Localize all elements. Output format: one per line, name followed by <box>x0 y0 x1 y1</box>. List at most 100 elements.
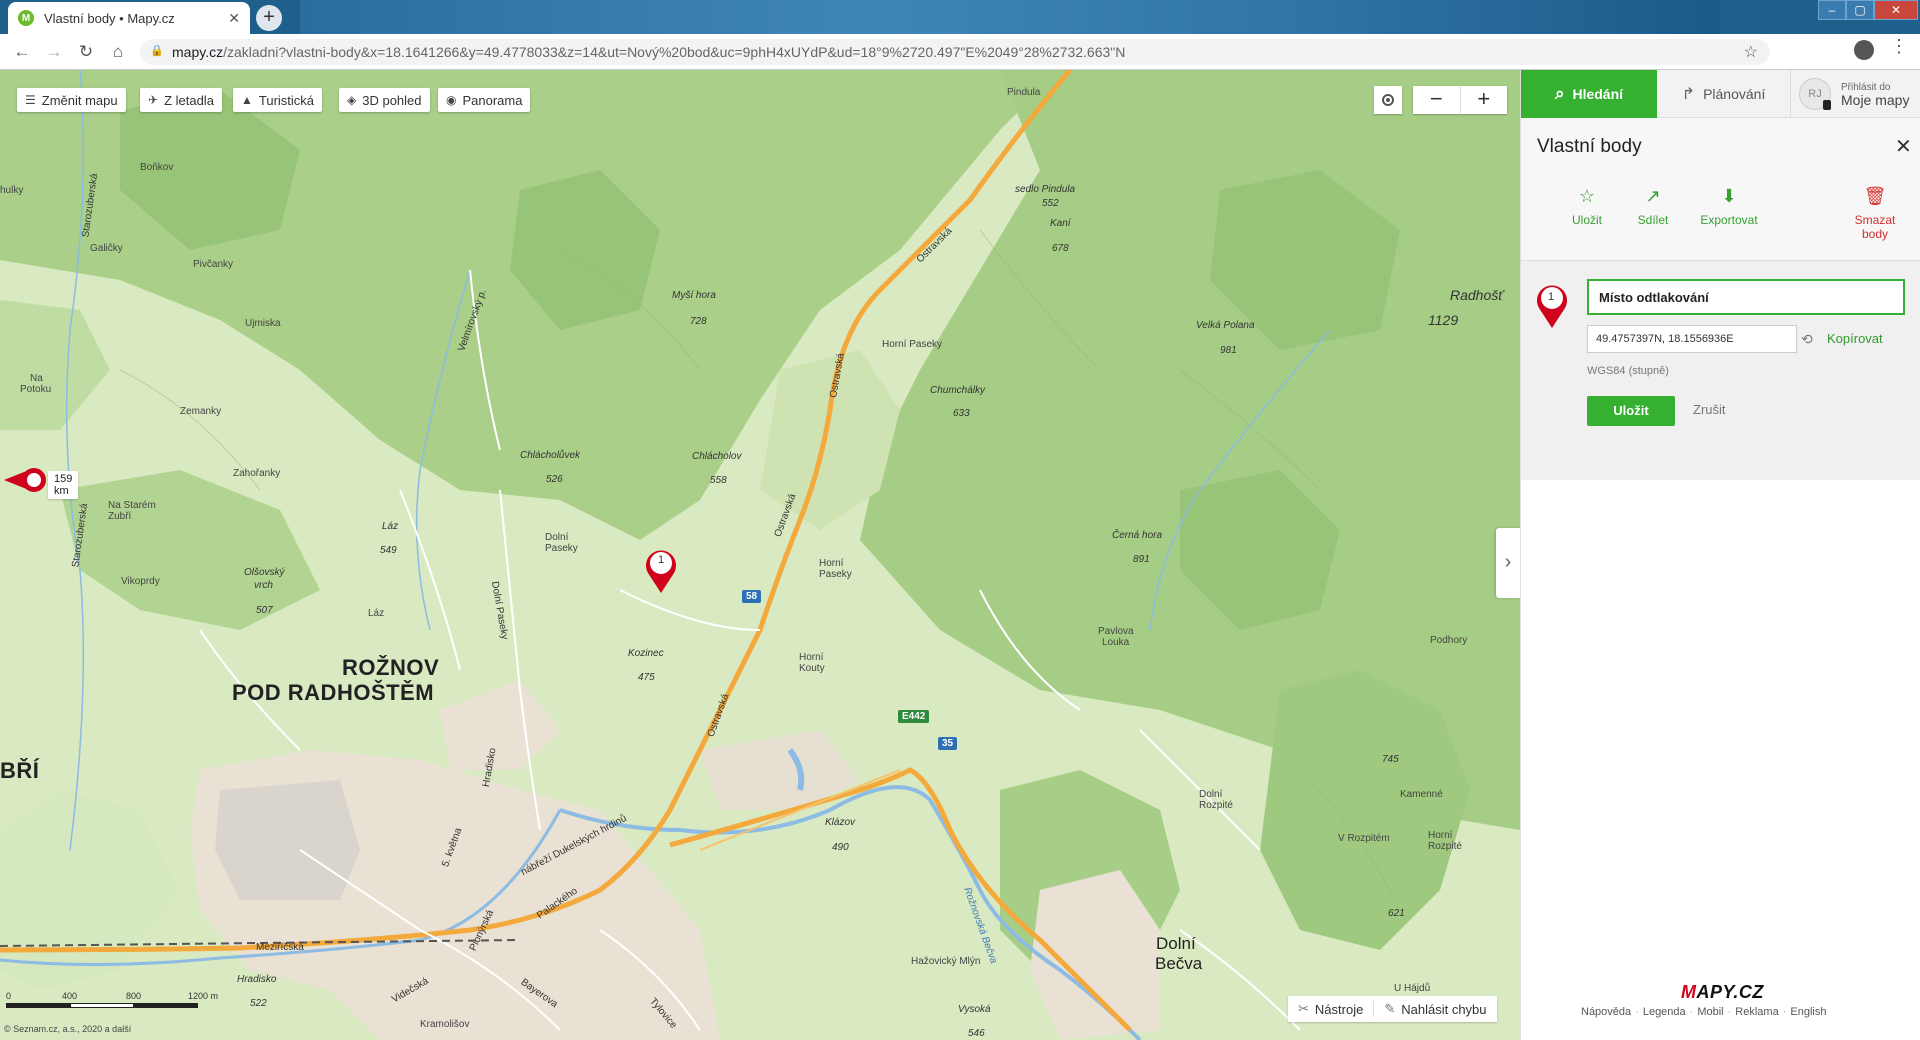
road-shield-e442: E442 <box>898 710 930 723</box>
point-marker-number: 1 <box>657 554 665 566</box>
save-point-button[interactable]: Uložit <box>1587 396 1675 426</box>
report-error-button[interactable]: ✎ Nahlásit chybu <box>1373 1001 1496 1017</box>
cancel-button[interactable]: Zrušit <box>1693 402 1726 417</box>
view-3d-label: 3D pohled <box>362 92 422 108</box>
coordinates-input[interactable] <box>1587 325 1797 353</box>
login-button[interactable]: RJ Přihlásit do Moje mapy <box>1791 70 1920 118</box>
peak-elevation-745: 745 <box>1382 754 1399 765</box>
browser-menu-icon[interactable]: ⋮ <box>1890 36 1908 57</box>
peak-label-vrch: vrch <box>254 580 273 591</box>
peak-elevation-laz: 549 <box>380 545 397 556</box>
share-button[interactable]: ↗ Sdílet <box>1625 186 1681 227</box>
peak-label-sedlo-pindula: sedlo Pindula <box>1015 184 1076 195</box>
footer-link-mobile[interactable]: Mobil <box>1697 1006 1723 1018</box>
mapy-logo[interactable]: MAPY.CZ <box>1681 982 1764 1003</box>
place-label-podhory: Podhory <box>1430 635 1468 646</box>
peak-elevation-chlacholuvek: 526 <box>546 474 563 485</box>
panorama-label: Panorama <box>462 92 523 108</box>
peak-elevation-radhost: 1129 <box>1428 312 1459 328</box>
place-label-na-starem: Na Starém <box>108 500 156 511</box>
panel-title: Vlastní body <box>1537 136 1642 157</box>
point-name-input[interactable] <box>1587 279 1905 315</box>
footer-separator: · <box>1689 1006 1694 1018</box>
refresh-icon[interactable]: ⟲ <box>1801 331 1813 348</box>
change-map-button[interactable]: ☰ Změnit mapu <box>17 88 126 112</box>
place-label-kouty: Kouty <box>799 663 825 674</box>
custom-point-marker[interactable]: 1 <box>644 548 678 594</box>
scale-label-400: 400 <box>62 991 78 1001</box>
change-map-label: Změnit mapu <box>41 92 118 108</box>
map-canvas[interactable]: ROŽNOV POD RADHOŠTĚM BŘÍ Dolní Bečva Rad… <box>0 70 1520 1040</box>
town-label-zubri: BŘÍ <box>0 758 40 783</box>
footer-link-help[interactable]: Nápověda <box>1581 1006 1631 1018</box>
minimize-button[interactable]: – <box>1818 0 1846 20</box>
footer-link-english[interactable]: English <box>1790 1006 1826 1018</box>
delete-label-1: Smazat <box>1854 213 1896 227</box>
copy-coordinates-link[interactable]: Kopírovat <box>1827 331 1883 346</box>
tools-label: Nástroje <box>1314 1001 1364 1017</box>
locate-me-button[interactable] <box>1374 86 1402 114</box>
share-icon: ↗ <box>1645 186 1661 206</box>
panorama-button[interactable]: ◉ Panorama <box>438 88 531 112</box>
export-label: Exportovat <box>1700 213 1758 227</box>
peak-elevation-klazov: 490 <box>832 842 849 853</box>
scale-bar-segment <box>70 1003 134 1008</box>
scale-bar-segment <box>6 1003 70 1008</box>
tab-planning[interactable]: ↱ Plánování <box>1657 70 1791 118</box>
view-3d-button[interactable]: ◈ 3D pohled <box>339 88 430 112</box>
place-label-vikoprdy: Vikoprdy <box>121 576 160 587</box>
zoom-in-button[interactable]: + <box>1461 86 1508 114</box>
forward-arrow-icon[interactable]: → <box>42 40 66 64</box>
place-label-pavlova: Pavlova <box>1098 626 1134 637</box>
peak-label-hradisko: Hradisko <box>237 974 277 985</box>
place-label-horni: Horní <box>819 558 844 569</box>
window-close-button[interactable]: ✕ <box>1874 0 1918 20</box>
bookmark-star-icon[interactable]: ☆ <box>1744 42 1758 62</box>
browser-titlebar: M Vlastní body • Mapy.cz ✕ + – ▢ ✕ <box>0 0 1920 34</box>
panel-tabs: ⌕ Hledání ↱ Plánování RJ Přihlásit do Moje… <box>1521 70 1920 118</box>
home-icon[interactable]: ⌂ <box>106 40 130 64</box>
collapse-panel-button[interactable]: › <box>1496 528 1520 598</box>
place-label-laz: Láz <box>368 608 385 619</box>
reload-icon[interactable]: ↻ <box>74 40 98 64</box>
delete-points-button[interactable]: 🗑 Smazat body <box>1847 186 1903 241</box>
place-label-na: Na <box>30 373 43 384</box>
peak-label-radhost: Radhošť <box>1450 287 1504 303</box>
place-label-zahorany: Zahořanky <box>233 468 281 479</box>
tourist-map-button[interactable]: ▲ Turistická <box>233 88 323 112</box>
footer-link-legend[interactable]: Legenda <box>1643 1006 1686 1018</box>
browser-tab[interactable]: M Vlastní body • Mapy.cz ✕ <box>8 2 250 34</box>
scale-label-800: 800 <box>126 991 142 1001</box>
maximize-button[interactable]: ▢ <box>1846 0 1874 20</box>
cube-icon: ◈ <box>347 93 357 107</box>
place-label-hulky: hulky <box>0 185 24 196</box>
profile-icon[interactable] <box>1854 40 1874 60</box>
copyright-text[interactable]: © Seznam.cz, a.s., 2020 a další <box>4 1024 131 1034</box>
road-shield-35: 35 <box>938 737 958 750</box>
url-path: /zakladni?vlastni-body&x=18.1641266&y=49… <box>223 44 1126 60</box>
peak-label-laz: Láz <box>382 521 399 532</box>
login-big-label: Moje mapy <box>1841 92 1910 108</box>
tab-search[interactable]: ⌕ Hledání <box>1521 70 1657 118</box>
zoom-out-button[interactable]: − <box>1413 86 1461 114</box>
back-arrow-icon[interactable]: ← <box>10 40 34 64</box>
pencil-icon: ✎ <box>1384 1001 1396 1016</box>
tools-button[interactable]: ✂ Nástroje <box>1288 1001 1373 1017</box>
peak-elevation-kozinec: 475 <box>638 672 655 683</box>
close-icon[interactable]: ✕ <box>1895 134 1912 159</box>
save-all-button[interactable]: ☆ Uložit <box>1559 186 1615 227</box>
export-button[interactable]: ⬇ Exportovat <box>1691 186 1767 227</box>
coordinate-system-label[interactable]: WGS84 (stupně) <box>1587 365 1669 377</box>
new-tab-button[interactable]: + <box>256 5 282 31</box>
tab-title: Vlastní body • Mapy.cz <box>44 10 175 26</box>
tab-close-icon[interactable]: ✕ <box>228 10 240 27</box>
url-field[interactable]: 🔒 mapy.cz/zakladni?vlastni-body&x=18.164… <box>140 39 1770 65</box>
peak-label-klazov: Klázov <box>825 817 856 828</box>
map-scale: 0 400 800 1200 m <box>0 991 220 1027</box>
peak-elevation-kani: 678 <box>1052 243 1069 254</box>
map-base-layer <box>0 70 1520 1040</box>
airplane-icon: ✈ <box>148 93 159 107</box>
aerial-map-button[interactable]: ✈ Z letadla <box>140 88 222 112</box>
peak-elevation-vysoka: 546 <box>968 1028 985 1039</box>
footer-link-ads[interactable]: Reklama <box>1735 1006 1778 1018</box>
